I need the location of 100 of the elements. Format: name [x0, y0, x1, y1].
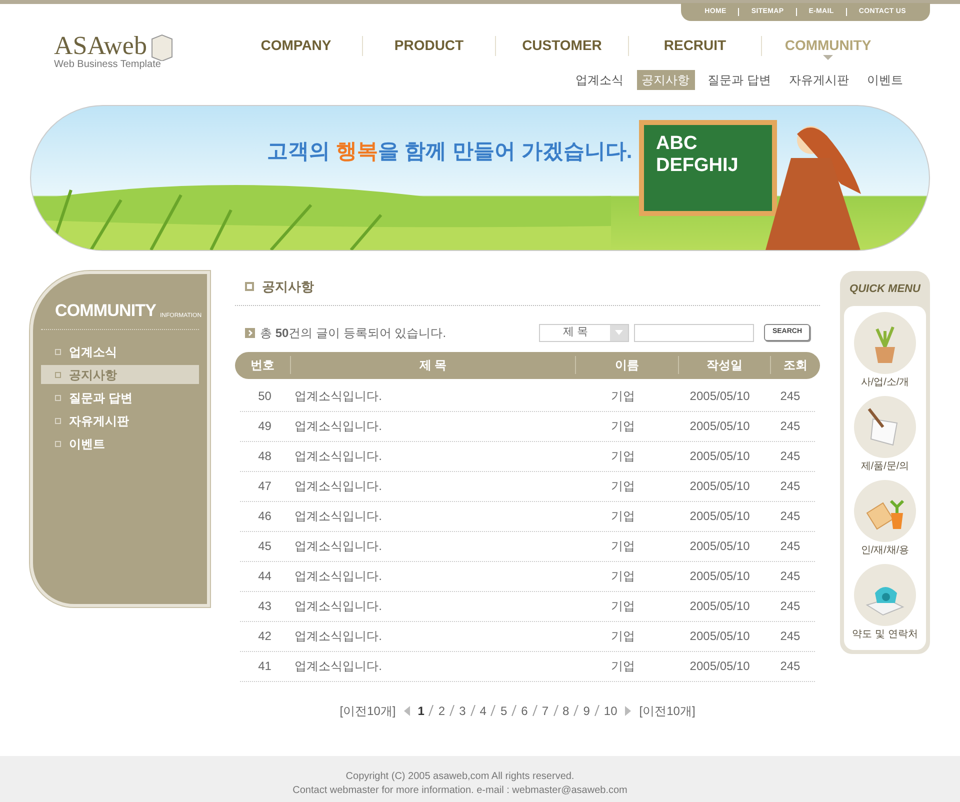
table-cell-text: 2005/05/10 — [688, 538, 751, 555]
table-cell-text: 기업 — [610, 628, 636, 645]
sidebar-title: COMMUNITY — [55, 302, 156, 319]
banner-headline: 고객의 — [267, 139, 331, 165]
logo-text: ASAweb — [54, 33, 147, 59]
table-cell-text: 42 — [257, 628, 272, 645]
banner-headline: 을 함께 만들어 가겠습니다. — [378, 139, 632, 165]
post-title-link[interactable]: 업계소식입니다. — [290, 387, 572, 405]
subnav-link[interactable]: 자유게시판 — [784, 70, 854, 90]
arrow-bullet-icon — [245, 328, 255, 338]
banner-headline: 행복 — [336, 139, 378, 165]
table-cell-text: 2005/05/10 — [688, 658, 751, 675]
footer-text: Copyright (C) 2005 asaweb,com All rights reserved. — [346, 770, 574, 784]
column-header: 번호 — [250, 357, 276, 374]
column-header: 조회 — [770, 356, 820, 374]
search-input-field[interactable] — [634, 324, 754, 342]
table-cell-text: 245 — [779, 568, 802, 585]
search-category-select[interactable]: 제 목 — [539, 324, 630, 342]
table-cell-text: 245 — [779, 508, 802, 525]
post-title-link[interactable]: 업계소식입니다. — [290, 417, 572, 435]
table-cell-text: 2005/05/10 — [688, 418, 751, 435]
square-bullet-icon — [55, 394, 61, 400]
page-link[interactable]: 6 — [521, 702, 528, 720]
subnav-link[interactable]: 업계소식 — [570, 70, 629, 90]
subnav-link[interactable]: 질문과 답변 — [702, 70, 776, 90]
board-title: 공지사항 — [262, 278, 314, 296]
slash-separator-icon — [490, 705, 496, 716]
square-bullet-icon — [55, 418, 61, 424]
quick-menu-item[interactable]: 사/업/소/개 — [854, 312, 916, 390]
quick-menu-item[interactable]: 인/재/채/용 — [854, 480, 916, 558]
table-cell-text: 44 — [257, 568, 272, 585]
square-bullet-icon — [55, 440, 61, 446]
table-cell-text: 기업 — [610, 478, 636, 495]
chalkboard-text: DEFGHIJ — [656, 155, 740, 177]
table-cell-text: 47 — [257, 478, 272, 495]
table-cell-text: 45 — [257, 538, 272, 555]
table-cell-text: 2005/05/10 — [688, 508, 751, 525]
prev-page-link[interactable]: [이전10개] — [340, 702, 396, 720]
table-cell-text: 43 — [257, 598, 272, 615]
page-link[interactable]: 1 — [418, 702, 424, 720]
table-cell-text: 245 — [779, 538, 802, 555]
page-link[interactable]: 3 — [459, 702, 466, 720]
table-cell-text: 245 — [779, 448, 802, 465]
table-cell-text: 48 — [257, 448, 272, 465]
slash-separator-icon — [511, 705, 518, 716]
subnav-link[interactable]: 이벤트 — [862, 70, 908, 90]
page-link[interactable]: 2 — [438, 702, 446, 720]
quick-menu-item[interactable]: 제/품/문/의 — [854, 396, 916, 474]
table-cell-text: 기업 — [610, 568, 636, 585]
slash-separator-icon — [552, 705, 559, 716]
logo-tagline: Web Business Template — [54, 60, 162, 70]
table-cell-text: 기업 — [610, 598, 636, 615]
post-title-link[interactable]: 업계소식입니다. — [290, 627, 572, 645]
table-cell-text: 245 — [779, 478, 802, 495]
square-bullet-icon — [55, 348, 61, 354]
post-title-link[interactable]: 업계소식입니다. — [290, 537, 572, 555]
page-link[interactable]: 9 — [583, 702, 590, 720]
post-title-link[interactable]: 업계소식입니다. — [290, 597, 572, 615]
table-cell-text: 기업 — [610, 508, 636, 525]
table-cell-text: 기업 — [610, 538, 636, 555]
square-bullet-icon — [55, 372, 61, 378]
table-cell-text: 기업 — [610, 448, 636, 465]
page-link[interactable]: 7 — [542, 702, 549, 720]
slash-separator-icon — [594, 705, 600, 716]
nav-link[interactable]: PRODUCT — [363, 35, 495, 56]
page-link[interactable]: 8 — [562, 702, 570, 720]
table-cell-text: 2005/05/10 — [688, 568, 751, 585]
slash-separator-icon — [470, 705, 476, 716]
quick-menu-title: QUICK MENU — [850, 282, 920, 297]
page-link[interactable]: 5 — [500, 702, 508, 720]
nav-link[interactable]: CUSTOMER — [496, 35, 628, 56]
slash-separator-icon — [449, 705, 456, 716]
footer-text: Contact webmaster for more information. e-mail : webmaster@asaweb.com — [292, 784, 628, 798]
table-cell-text: 기업 — [610, 388, 636, 405]
table-cell-text: 2005/05/10 — [688, 628, 751, 645]
table-cell-text: 기업 — [610, 418, 636, 435]
table-cell-text: 41 — [257, 658, 272, 675]
table-cell-text: 245 — [779, 598, 802, 615]
post-title-link[interactable]: 업계소식입니다. — [290, 447, 572, 465]
page-link[interactable]: 10 — [604, 702, 618, 720]
table-cell-text: 245 — [779, 388, 802, 405]
square-bullet-icon — [245, 282, 254, 292]
table-cell-text: 기업 — [610, 658, 636, 675]
page-link[interactable]: 4 — [480, 702, 486, 720]
table-cell-text: 49 — [257, 418, 272, 435]
slash-separator-icon — [573, 705, 580, 716]
caret-icon — [823, 55, 833, 60]
post-title-link[interactable]: 업계소식입니다. — [290, 477, 572, 495]
post-title-link[interactable]: 업계소식입니다. — [290, 657, 572, 675]
nav-link[interactable]: COMPANY — [230, 35, 362, 56]
post-title-link[interactable]: 업계소식입니다. — [290, 507, 572, 525]
nav-link[interactable]: RECRUIT — [629, 35, 761, 56]
next-page-link[interactable]: [이전10개] — [639, 702, 696, 720]
left-triangle-icon — [404, 706, 410, 716]
table-cell-text: 245 — [779, 658, 802, 675]
quick-menu-item[interactable]: 약도 및 연락처 — [852, 564, 918, 642]
table-cell-text: 245 — [779, 418, 802, 435]
post-title-link[interactable]: 업계소식입니다. — [290, 567, 572, 585]
chalkboard-text: ABC — [656, 133, 698, 155]
slash-separator-icon — [428, 705, 434, 716]
